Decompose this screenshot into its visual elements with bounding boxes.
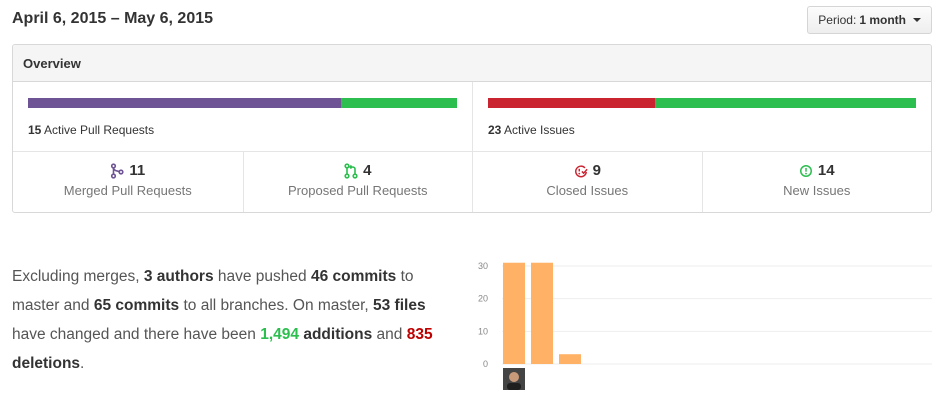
y-tick-label: 10 — [478, 326, 488, 336]
author-avatar[interactable] — [503, 368, 581, 390]
proposed-pull-requests-value: 4 — [363, 162, 372, 179]
git-merge-icon — [111, 162, 124, 179]
summary-text-2: have pushed — [213, 268, 311, 285]
date-range-title: April 6, 2015 – May 6, 2015 — [12, 10, 214, 27]
proposed-segment — [341, 98, 457, 108]
summary-text-1: Excluding merges, — [12, 268, 144, 285]
issues-summary[interactable]: 23 Active Issues — [472, 82, 931, 151]
commit-bar[interactable] — [559, 354, 581, 364]
y-tick-label: 0 — [483, 359, 488, 369]
y-tick-label: 30 — [478, 261, 488, 271]
merged-pull-requests-label: Merged Pull Requests — [63, 183, 192, 198]
commit-summary-text: Excluding merges, 3 authors have pushed … — [12, 262, 462, 378]
active-pull-requests-count: 15 — [28, 123, 42, 137]
y-tick-label: 20 — [478, 294, 488, 304]
period-dropdown-button[interactable]: Period: 1 month — [807, 6, 932, 34]
authors-count: 3 authors — [143, 268, 214, 285]
additions-count: 1,494 — [260, 326, 300, 343]
period-value: 1 month — [859, 13, 906, 27]
author-avatars — [503, 368, 587, 390]
caret-down-icon — [913, 18, 921, 22]
issue-closed-icon — [574, 165, 588, 177]
files-changed-count: 53 files — [373, 297, 426, 314]
closed-issues-label: Closed Issues — [546, 183, 629, 198]
overview-panel: Overview 15 Active Pull Requests 23 Acti… — [12, 44, 932, 213]
commit-bar[interactable] — [503, 262, 525, 364]
issues-ratio-bar — [488, 98, 916, 108]
summary-text-5: have changed and there have been — [12, 326, 261, 343]
stat-closed-issues[interactable]: 9 Closed Issues — [472, 152, 702, 212]
master-commits-count: 46 commits — [310, 268, 397, 285]
summary-text-7: . — [80, 355, 85, 372]
new-issues-value: 14 — [817, 162, 835, 179]
overview-summary-row: 15 Active Pull Requests 23 Active Issues — [13, 82, 931, 152]
overview-title: Overview — [13, 45, 931, 82]
stat-new-issues[interactable]: 14 New Issues — [701, 152, 932, 212]
summary-text-4: to all branches. On master, — [179, 297, 373, 314]
period-label: Period: — [818, 13, 857, 27]
stat-merged-pull-requests[interactable]: 11 Merged Pull Requests — [13, 152, 243, 212]
issue-opened-icon — [799, 164, 812, 177]
active-issues-count: 23 — [488, 123, 502, 137]
proposed-pull-requests-label: Proposed Pull Requests — [288, 183, 428, 198]
pull-requests-ratio-bar — [28, 98, 457, 108]
closed-segment — [488, 98, 655, 108]
stat-proposed-pull-requests[interactable]: 4 Proposed Pull Requests — [242, 152, 473, 212]
page-header: April 6, 2015 – May 6, 2015 Period: 1 mo… — [12, 6, 932, 34]
overview-stats-row: 11 Merged Pull Requests 4 Proposed Pull … — [13, 152, 931, 212]
commit-bar[interactable] — [531, 262, 553, 364]
all-commits-count: 65 commits — [93, 297, 180, 314]
author-avatar[interactable] — [503, 368, 553, 390]
active-pull-requests-label: Active Pull Requests — [44, 123, 155, 137]
additions-word: additions — [303, 326, 373, 343]
summary-text-6: and — [372, 326, 407, 343]
closed-issues-value: 9 — [592, 162, 601, 179]
active-issues-label: Active Issues — [504, 123, 575, 137]
deletions-word: deletions — [12, 355, 81, 372]
active-issues-text: 23 Active Issues — [488, 123, 916, 137]
pull-requests-summary[interactable]: 15 Active Pull Requests — [13, 82, 472, 151]
new-segment — [654, 98, 916, 108]
new-issues-label: New Issues — [783, 183, 851, 198]
merged-segment — [28, 98, 342, 108]
active-pull-requests-text: 15 Active Pull Requests — [28, 123, 457, 137]
deletions-count: 835 — [406, 326, 433, 343]
merged-pull-requests-value: 11 — [129, 162, 146, 179]
git-pull-request-icon — [344, 162, 358, 179]
commits-by-author-chart: 0 10 20 30 — [470, 252, 932, 397]
